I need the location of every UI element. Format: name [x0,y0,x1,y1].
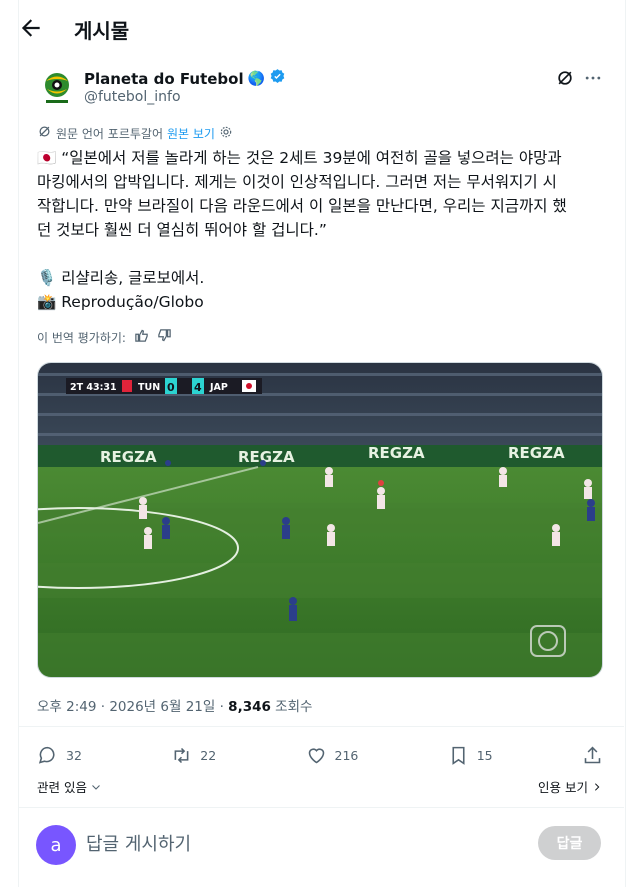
reply-input[interactable]: 답글 게시하기 [86,830,191,856]
repost-icon [174,747,189,763]
away-score: 4 [194,381,202,394]
related-label: 관련 있음 [37,780,87,795]
repost-button[interactable]: 22 [171,745,216,766]
verified-badge-icon [269,68,286,89]
view-count: 8,346 [228,699,271,715]
away-team: JAP [209,382,228,393]
home-team: TUN [138,382,160,393]
page-title: 게시물 [74,19,130,43]
grok-icon[interactable] [555,68,575,88]
translation-label: 원문 언어 포르투갈어 [56,126,163,141]
view-quotes-link[interactable]: 인용 보기 [538,777,602,796]
reply-button[interactable]: 32 [37,745,82,766]
bookmark-icon [452,746,465,765]
post-timestamp[interactable]: 오후 2:49 · 2026년 6월 21일 · [37,699,228,715]
heart-icon [308,747,324,763]
author-avatar[interactable] [37,68,77,108]
bookmark-button[interactable]: 15 [448,745,493,766]
rate-translation: 이 번역 평가하기: [37,328,172,346]
ad-board-2: REGZA [238,448,295,466]
user-avatar[interactable]: a [36,825,76,865]
chevron-right-icon [594,782,600,791]
match-photo[interactable]: REGZA REGZA REGZA REGZA 2T 43:31 TUN 0 4… [37,362,603,678]
author-name-row[interactable]: Planeta do Futebol 🌎 [84,68,286,89]
like-count: 216 [334,747,359,763]
share-button[interactable] [582,745,603,766]
reply-count: 32 [66,747,82,763]
repost-count: 22 [200,747,217,763]
settings-gear-icon[interactable] [219,125,233,142]
like-button[interactable]: 216 [306,745,359,766]
post-meta: 오후 2:49 · 2026년 6월 21일 · 8,346 조회수 [37,695,312,715]
view-quotes-label: 인용 보기 [538,780,588,795]
tweet-text: 🇯🇵 “일본에서 저를 놀라게 하는 것은 2세트 39분에 여전히 골을 넣으… [37,149,567,311]
show-original-link[interactable]: 원본 보기 [167,125,215,142]
ad-board-3: REGZA [368,444,425,462]
ad-board-1: REGZA [100,448,157,466]
reply-submit-button[interactable]: 답글 [538,826,601,860]
globe-emoji: 🌎 [247,70,266,87]
rate-label: 이 번역 평가하기: [37,330,126,345]
author-name[interactable]: Planeta do Futebol [84,70,244,88]
more-options-icon[interactable] [583,68,603,88]
share-icon [584,746,601,763]
bookmark-count: 15 [476,747,493,763]
author-handle[interactable]: @futebol_info [84,89,181,105]
divider [18,807,624,808]
translate-icon [37,124,52,142]
thumbs-down-icon[interactable] [157,328,172,346]
views-label: 조회수 [270,699,313,715]
action-bar: 32 22 216 15 [37,742,603,768]
back-arrow-icon[interactable] [18,15,44,41]
match-period: 2T 43:31 [70,382,117,393]
related-toggle[interactable]: 관련 있음 [37,777,102,796]
thumbs-up-icon[interactable] [134,328,149,346]
ad-board-4: REGZA [508,444,565,462]
chevron-down-icon [92,784,100,790]
home-score: 0 [167,381,175,394]
reply-icon [38,746,55,764]
translation-notice: 원문 언어 포르투갈어 원본 보기 [37,124,233,142]
divider [18,726,624,727]
